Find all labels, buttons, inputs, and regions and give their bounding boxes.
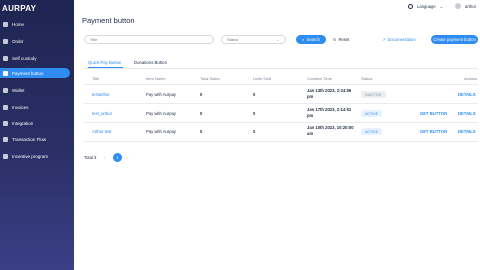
row-creation-time: Jan 17th 2023, 2:14:51 pm	[307, 107, 351, 119]
sidebar-item-label: Transaction Flow	[12, 136, 47, 142]
column-header-creation-time: Creation Time	[307, 76, 332, 81]
row-item-name: Pay with Aurpay	[146, 129, 177, 134]
row-item-name: Pay with Aurpay	[146, 92, 177, 97]
reset-icon: ↻	[333, 37, 337, 42]
reset-button[interactable]: ↻ Reset	[333, 35, 349, 44]
column-header-total-sales: Total Sales	[200, 76, 220, 81]
search-button-label: Search	[306, 37, 320, 42]
integration-icon	[3, 120, 8, 126]
get-button-link[interactable]: GET BUTTON	[420, 129, 447, 134]
creation-time-ampm: pm	[307, 113, 314, 118]
creation-time-date: Jan 10th 2023, 10:20:00	[307, 125, 354, 130]
chevron-down-icon: ⌄	[276, 37, 280, 42]
sidebar-item-label: Order	[12, 38, 24, 44]
page-number-current[interactable]: 1	[113, 153, 122, 162]
documentation-label: Documentation	[387, 37, 416, 42]
chevron-left-icon[interactable]: ‹	[104, 155, 106, 160]
column-header-units-sold: Units Sold	[253, 76, 272, 81]
sidebar-item-transaction-flow[interactable]: Transaction Flow	[0, 134, 70, 144]
create-button-label: Create payment button	[433, 37, 476, 42]
row-units-sold: 0	[253, 111, 256, 116]
tab-quick-pay[interactable]: Quick-Pay Button	[88, 60, 121, 65]
status-badge: INACTIVE	[361, 91, 386, 98]
details-link[interactable]: DETAILS	[458, 111, 476, 116]
chevron-down-icon[interactable]: ⌄	[440, 4, 443, 9]
sidebar-item-label: Invoices	[12, 104, 29, 110]
row-total-sales: 0	[200, 92, 203, 97]
globe-icon	[408, 3, 414, 9]
sidebar-item-invoices[interactable]: Invoices	[0, 102, 70, 112]
column-header-status: Status	[361, 76, 373, 81]
wallet-icon	[3, 55, 8, 61]
user-name[interactable]: arthur	[465, 4, 476, 9]
create-payment-button[interactable]: Create payment button	[431, 35, 478, 44]
column-header-title: Title	[92, 76, 100, 81]
sidebar-item-label: Wallet	[12, 87, 25, 93]
details-link[interactable]: DETAILS	[458, 92, 476, 97]
wallet-icon	[3, 87, 8, 93]
topbar-right: Language ⌄ arthur	[408, 3, 476, 9]
sidebar-item-label: Payment button	[12, 70, 44, 76]
get-button-link[interactable]: GET BUTTON	[420, 111, 447, 116]
external-link-icon: ↗	[382, 37, 386, 42]
row-total-sales: 0	[200, 129, 203, 134]
status-badge: ACTIVE	[361, 110, 382, 117]
status-badge: ACTIVE	[361, 128, 382, 135]
row-divider	[84, 122, 478, 123]
row-divider	[84, 84, 478, 85]
search-button[interactable]: ⌕ Search	[296, 35, 326, 44]
app-logo: AURPAY	[2, 4, 37, 13]
row-units-sold: 0	[253, 92, 256, 97]
sidebar-item-payment-button[interactable]: Payment button	[0, 68, 70, 78]
row-divider	[84, 103, 478, 104]
row-title-link[interactable]: testarthur	[92, 92, 110, 97]
documentation-link[interactable]: ↗ Documentation	[382, 35, 416, 44]
creation-time-ampm: am	[307, 131, 314, 136]
sidebar-item-order[interactable]: Order	[0, 36, 70, 46]
language-selector[interactable]: Language	[417, 4, 436, 9]
sidebar-item-wallet[interactable]: Wallet	[0, 85, 70, 95]
total-count: Total 3	[84, 155, 97, 160]
order-icon	[3, 38, 8, 44]
button-icon	[3, 70, 8, 76]
sidebar: AURPAY Home Order Self custody Payment b…	[0, 0, 74, 270]
row-title-link[interactable]: Arthur test	[92, 129, 111, 134]
creation-time-ampm: pm	[307, 94, 314, 99]
row-divider	[84, 141, 478, 142]
sidebar-item-label: Self custody	[12, 55, 37, 61]
gift-icon	[3, 153, 8, 159]
row-units-sold: 0	[253, 129, 256, 134]
page-title: Payment button	[82, 16, 135, 25]
creation-time-date: Jan 17th 2023, 2:14:51	[307, 107, 352, 112]
home-icon	[3, 21, 8, 27]
details-link[interactable]: DETAILS	[458, 129, 476, 134]
search-icon: ⌕	[302, 37, 305, 42]
chevron-right-icon[interactable]: ›	[127, 155, 129, 160]
row-title-link[interactable]: test_arthur	[92, 111, 112, 116]
flow-icon	[3, 136, 8, 142]
sidebar-item-label: Integration	[12, 120, 34, 126]
row-item-name: Pay with Aurpay	[146, 111, 177, 116]
creation-time-date: Jan 13th 2023, 2:24:56	[307, 88, 352, 93]
column-header-item-name: Item Name	[146, 76, 166, 81]
sidebar-item-integration[interactable]: Integration	[0, 118, 70, 128]
sidebar-item-label: Incentive program	[12, 153, 49, 159]
sidebar-item-label: Home	[12, 21, 25, 27]
row-creation-time: Jan 10th 2023, 10:20:00 am	[307, 125, 354, 137]
tab-donations[interactable]: Donations Button	[134, 60, 167, 65]
reset-button-label: Reset	[338, 37, 350, 42]
invoice-icon	[3, 104, 8, 110]
row-total-sales: 0	[200, 111, 203, 116]
active-tab-indicator	[88, 67, 123, 68]
title-search-input[interactable]	[84, 35, 214, 44]
avatar[interactable]	[455, 3, 462, 9]
row-creation-time: Jan 13th 2023, 2:24:56 pm	[307, 88, 351, 100]
sidebar-item-incentive-program[interactable]: Incentive program	[0, 151, 70, 161]
sidebar-item-home[interactable]: Home	[0, 19, 70, 29]
tabs-divider	[84, 68, 478, 69]
sidebar-item-self-custody[interactable]: Self custody	[0, 53, 70, 63]
column-header-actions: Actions	[464, 76, 478, 81]
